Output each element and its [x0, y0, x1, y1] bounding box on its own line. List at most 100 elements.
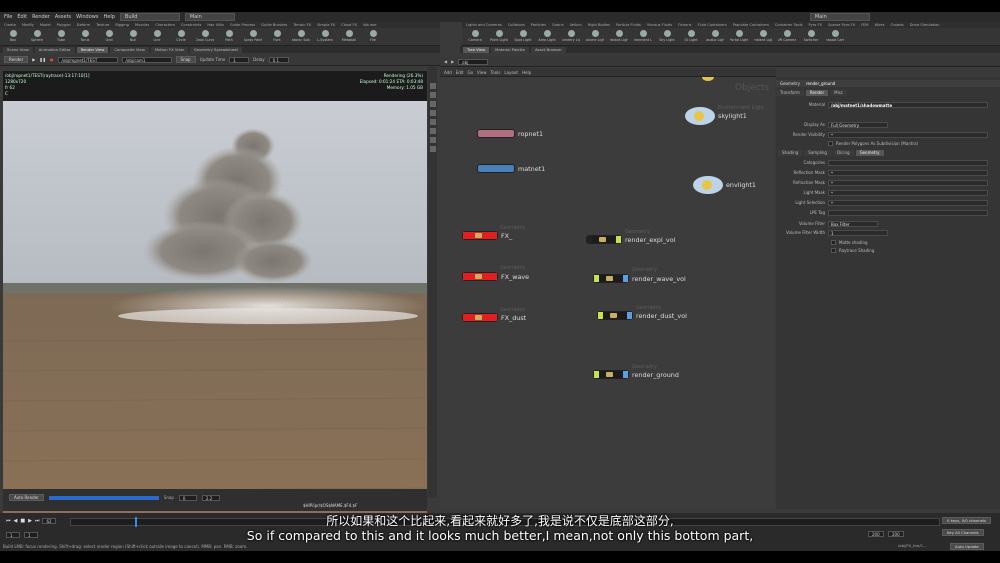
menu-help[interactable]: Help: [103, 14, 114, 20]
shelf-tool-grid[interactable]: Grid: [100, 29, 118, 45]
shelf-tab-simple-fx[interactable]: Simple FX: [317, 23, 335, 27]
shelf-tab-grains[interactable]: Grains: [552, 23, 564, 27]
shelf-tab-constraints[interactable]: Constraints: [181, 23, 202, 27]
node-matnet[interactable]: matnet1: [477, 164, 545, 173]
pane-tab-geometry-spreadsheet[interactable]: Geometry Spreadsheet: [189, 46, 242, 53]
node-envlight[interactable]: envlight1: [693, 176, 756, 194]
shelf-tab-populate-containers[interactable]: Populate Containers: [733, 23, 769, 27]
shelf-tab-characters[interactable]: Characters: [155, 23, 175, 27]
node-fx-dust[interactable]: FX_dust: [462, 313, 526, 322]
menu-edit[interactable]: Edit: [17, 14, 27, 20]
snap-field[interactable]: 0: [178, 494, 197, 501]
shelf-tab-lights-and-cameras[interactable]: Lights and Cameras: [466, 23, 502, 27]
shelf-tab-model[interactable]: Model: [40, 23, 51, 27]
shelf-tab-sparse-pyro-fx[interactable]: Sparse Pyro FX: [828, 23, 855, 27]
shelf-tab-cloud-fx[interactable]: Cloud FX: [341, 23, 357, 27]
visibility-field[interactable]: *: [828, 131, 988, 138]
pane-tab-render-view[interactable]: Render View: [76, 46, 109, 53]
shelf-tab-viscous-fluids[interactable]: Viscous Fluids: [647, 23, 672, 27]
shelf-tool-vr-camera[interactable]: VR Camera: [778, 29, 796, 45]
network-menu-edit[interactable]: Edit: [456, 70, 464, 75]
shelf-tool-volume-light[interactable]: Volume Light: [586, 29, 604, 45]
shelf-tab-deform[interactable]: Deform: [77, 23, 90, 27]
shelf-tool-font[interactable]: Font: [268, 29, 286, 45]
stop-icon[interactable]: ●: [50, 57, 54, 62]
menu-file[interactable]: File: [4, 14, 12, 20]
shelf-tab-hair-utils[interactable]: Hair Utils: [207, 23, 223, 27]
shelf-tab-pyro-fx[interactable]: Pyro FX: [808, 23, 822, 27]
param-value[interactable]: [828, 209, 988, 216]
shelf-tab-collisions[interactable]: Collisions: [508, 23, 525, 27]
shelf-tool-spray-paint[interactable]: Spray Paint: [244, 29, 262, 45]
material-field[interactable]: /obj/matnet1/shadowmatte: [828, 101, 988, 108]
shelf-tab-container-tools[interactable]: Container Tools: [775, 23, 803, 27]
param-value[interactable]: *: [828, 189, 988, 196]
volume-filter-width-field[interactable]: 1: [828, 229, 888, 236]
forward-icon[interactable]: ▶: [451, 59, 454, 64]
menu-render[interactable]: Render: [32, 14, 50, 20]
lut-icon[interactable]: [429, 128, 436, 134]
shelf-tool-sky-light[interactable]: Sky Light: [658, 29, 676, 45]
auto-update-button[interactable]: Auto Update: [950, 543, 984, 550]
rop-path-field[interactable]: /obj/ropnet1/TEST: [57, 56, 118, 63]
node-skylight[interactable]: skylight1: [685, 107, 747, 125]
shelf-tool-environment-light[interactable]: Environment Light: [634, 29, 652, 45]
param-subtab-geometry[interactable]: Geometry: [855, 150, 884, 156]
shelf-tool-line[interactable]: Line: [148, 29, 166, 45]
camera-path-field[interactable]: /obj/cam1: [121, 56, 172, 63]
node-render-wave-vol[interactable]: render_wave_vol: [593, 274, 686, 283]
node-render-dust-vol[interactable]: render_dust_vol: [597, 311, 687, 320]
back-icon[interactable]: ◀: [444, 59, 447, 64]
shelf-tab-create[interactable]: Create: [4, 23, 16, 27]
snapshot-button[interactable]: Snap: [175, 56, 196, 63]
display-as-menu[interactable]: Full Geometry: [828, 121, 888, 128]
network-menu-help[interactable]: Help: [522, 70, 531, 75]
param-value[interactable]: *: [828, 169, 988, 176]
menu-windows[interactable]: Windows: [76, 14, 98, 20]
shelf-tool-gi-light[interactable]: GI Light: [682, 29, 700, 45]
compare-icon[interactable]: [429, 110, 436, 116]
shelf-tab-particles[interactable]: Particles: [531, 23, 546, 27]
shelf-tool-file[interactable]: File: [364, 29, 382, 45]
network-menu-go[interactable]: Go: [468, 70, 474, 75]
render-viewport[interactable]: /obj/ropnet1/TEST(raytrace)-13:17:10[1] …: [3, 71, 427, 533]
shelf-tab-rigging[interactable]: Rigging: [115, 23, 129, 27]
pane-tab-asset-browser[interactable]: Asset Browser: [530, 46, 566, 53]
shelf-tool-spot-light[interactable]: Spot Light: [514, 29, 532, 45]
param-value[interactable]: [828, 159, 988, 166]
pane-tab-composite-view[interactable]: Composite View: [110, 46, 149, 53]
shelf-tool-path[interactable]: Path: [220, 29, 238, 45]
param-tab-transform[interactable]: Transform: [776, 90, 804, 96]
shelf-tool-null[interactable]: Null: [124, 29, 142, 45]
auto-render-button[interactable]: Auto Render: [9, 494, 44, 501]
shelf-tool-circle[interactable]: Circle: [172, 29, 190, 45]
pane-tab-animation-editor[interactable]: Animation Editor: [34, 46, 75, 53]
pause-icon[interactable]: ❚❚: [39, 57, 46, 62]
snapshot-icon[interactable]: [429, 101, 436, 107]
matte-checkbox[interactable]: [831, 240, 836, 245]
volume-filter-menu[interactable]: Box Filter: [828, 220, 878, 227]
network-menu-layout[interactable]: Layout: [504, 70, 518, 75]
shelf-tool-geometry-light[interactable]: Geometry Light: [562, 29, 580, 45]
node-ropnet[interactable]: ropnet1: [477, 129, 543, 138]
pane-tab-material-palette[interactable]: Material Palette: [491, 46, 529, 53]
shelf-tool-caustic-light[interactable]: Caustic Light: [706, 29, 724, 45]
settings-icon[interactable]: [429, 146, 436, 152]
shelf-tool-draw-curve[interactable]: Draw Curve: [196, 29, 214, 45]
subdiv-checkbox[interactable]: [828, 141, 833, 146]
shelf-tab-fluid-containers[interactable]: Fluid Containers: [698, 23, 727, 27]
shelf-tool-torus[interactable]: Torus: [76, 29, 94, 45]
param-subtab-dicing[interactable]: Dicing: [832, 150, 854, 156]
network-menu-view[interactable]: View: [477, 70, 487, 75]
param-subtab-sampling[interactable]: Sampling: [804, 150, 831, 156]
render-button[interactable]: Render: [4, 56, 29, 63]
shelf-tool-metaball[interactable]: Metaball: [340, 29, 358, 45]
shelf-tab-vellum[interactable]: Vellum: [570, 23, 582, 27]
shelf-tool-camera[interactable]: Camera: [466, 29, 484, 45]
shelf-tool-tube[interactable]: Tube: [52, 29, 70, 45]
play-icon[interactable]: ▶: [32, 57, 35, 62]
shelf-tab-guide-process[interactable]: Guide Process: [230, 23, 255, 27]
shelf-tab-crowds[interactable]: Crowds: [891, 23, 904, 27]
param-subtab-shading[interactable]: Shading: [778, 150, 803, 156]
shelf-tab-fem[interactable]: FEM: [861, 23, 868, 27]
